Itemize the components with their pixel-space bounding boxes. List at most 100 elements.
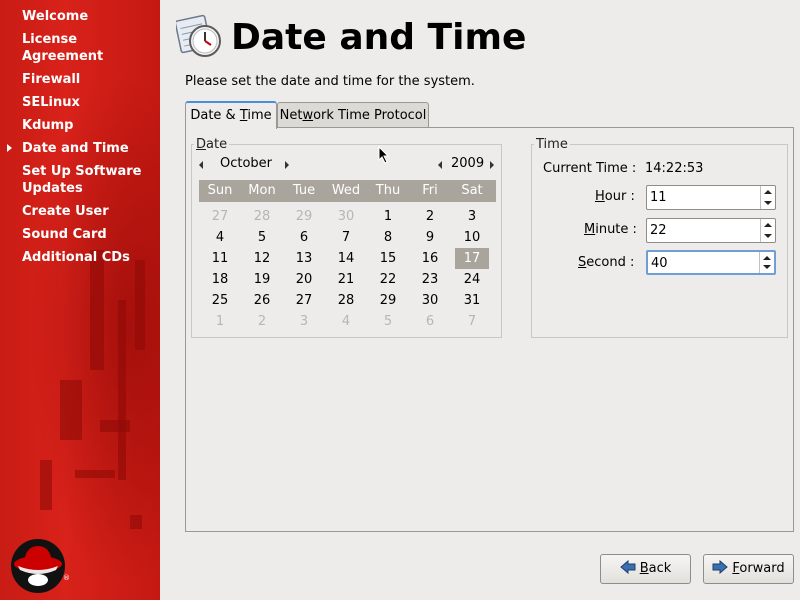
prev-month-arrow-icon[interactable] <box>199 158 203 172</box>
instruction-text: Please set the date and time for the sys… <box>185 74 475 89</box>
minute-label: Minute : <box>584 222 637 237</box>
current-time-value: 14:22:53 <box>645 161 704 176</box>
calendar-day[interactable]: 28 <box>325 290 367 311</box>
hour-spinbutton[interactable] <box>646 185 776 210</box>
sidebar-item-software-updates: Set Up Software Updates <box>22 164 142 196</box>
calendar-day[interactable]: 6 <box>409 311 451 332</box>
tab-ntp-label: Network Time Protocol <box>279 108 427 123</box>
calendar-day[interactable]: 20 <box>283 269 325 290</box>
calendar-day[interactable]: 11 <box>199 248 241 269</box>
hour-input[interactable] <box>650 188 758 207</box>
calendar-day[interactable]: 3 <box>451 206 493 227</box>
calendar-day[interactable]: 19 <box>241 269 283 290</box>
sidebar-item-additional-cds: Additional CDs <box>22 250 130 265</box>
tab-network-time-protocol[interactable]: Network Time Protocol <box>277 102 429 128</box>
sidebar-item-selinux: SELinux <box>22 95 80 110</box>
calendar-day[interactable]: 24 <box>451 269 493 290</box>
calendar-day[interactable]: 7 <box>325 227 367 248</box>
registered-mark: ® <box>63 574 70 582</box>
redhat-logo-icon <box>11 539 65 593</box>
sidebar-item-date-and-time: Date and Time <box>22 141 129 156</box>
calendar-day[interactable]: 28 <box>241 206 283 227</box>
sidebar-item-welcome: Welcome <box>22 9 89 24</box>
calendar-day[interactable]: 8 <box>367 227 409 248</box>
sidebar-item-create-user: Create User <box>22 204 109 219</box>
month-label: October <box>220 156 273 171</box>
calendar-day[interactable]: 1 <box>199 311 241 332</box>
date-frame-legend: Date <box>196 137 228 152</box>
sidebar-item-license-agreement: License Agreement <box>22 32 104 64</box>
calendar-day[interactable]: 22 <box>367 269 409 290</box>
forward-arrow-icon <box>712 559 729 575</box>
weekday-header: Sun Mon Tue Wed Thu Fri Sat <box>199 180 496 202</box>
calendar-day[interactable]: 26 <box>241 290 283 311</box>
calendar-day[interactable]: 3 <box>283 311 325 332</box>
second-input[interactable] <box>651 254 759 273</box>
current-step-arrow-icon <box>7 144 12 152</box>
hour-decrement-icon[interactable] <box>764 201 772 205</box>
hour-label: Hour : <box>595 189 635 204</box>
calendar-day[interactable]: 14 <box>325 248 367 269</box>
calendar-day[interactable]: 17 <box>455 248 489 269</box>
second-spinbutton[interactable] <box>646 250 776 275</box>
calendar-day[interactable]: 16 <box>409 248 451 269</box>
forward-button[interactable]: Forward <box>703 554 794 584</box>
calendar-day[interactable]: 12 <box>241 248 283 269</box>
calendar-day[interactable]: 10 <box>451 227 493 248</box>
calendar-day[interactable]: 1 <box>367 206 409 227</box>
calendar-day[interactable]: 5 <box>367 311 409 332</box>
weekday-label: Mon <box>248 183 276 198</box>
tab-date-and-time-label: Date & Time <box>190 108 272 123</box>
sidebar-item-kdump: Kdump <box>22 118 74 133</box>
calendar-day[interactable]: 4 <box>325 311 367 332</box>
calendar-day[interactable]: 6 <box>283 227 325 248</box>
calendar-day[interactable]: 29 <box>367 290 409 311</box>
weekday-label: Sat <box>461 183 483 198</box>
calendar-day[interactable]: 30 <box>409 290 451 311</box>
calendar-day-grid: 27 28 29 30 1 2 3 4 5 6 7 8 9 10 11 12 13 14 15 16 17 18 19 20 2… <box>199 206 496 332</box>
next-year-arrow-icon[interactable] <box>490 158 494 172</box>
calendar-clock-icon <box>176 14 221 57</box>
calendar-day[interactable]: 29 <box>283 206 325 227</box>
page-title: Date and Time <box>231 17 527 58</box>
back-arrow-icon <box>619 559 636 575</box>
mouse-pointer-icon <box>378 146 390 164</box>
second-label: Second : <box>578 255 635 270</box>
weekday-label: Tue <box>292 183 316 198</box>
second-increment-icon[interactable] <box>763 256 771 260</box>
calendar-day[interactable]: 2 <box>241 311 283 332</box>
calendar-day[interactable]: 27 <box>199 206 241 227</box>
calendar-day[interactable]: 30 <box>325 206 367 227</box>
minute-decrement-icon[interactable] <box>764 234 772 238</box>
calendar-day[interactable]: 15 <box>367 248 409 269</box>
time-frame-legend: Time <box>536 137 568 152</box>
sidebar: Welcome License Agreement Firewall SELin… <box>0 0 160 600</box>
calendar-day[interactable]: 18 <box>199 269 241 290</box>
hour-increment-icon[interactable] <box>764 190 772 194</box>
calendar-day[interactable]: 13 <box>283 248 325 269</box>
calendar-day[interactable]: 4 <box>199 227 241 248</box>
minute-input[interactable] <box>650 221 758 240</box>
calendar-day[interactable]: 5 <box>241 227 283 248</box>
weekday-label: Wed <box>331 183 361 198</box>
calendar-day[interactable]: 27 <box>283 290 325 311</box>
weekday-label: Sun <box>207 183 233 198</box>
calendar-day[interactable]: 2 <box>409 206 451 227</box>
calendar-day[interactable]: 25 <box>199 290 241 311</box>
calendar-day[interactable]: 31 <box>451 290 493 311</box>
current-time-label: Current Time : <box>543 161 637 176</box>
minute-increment-icon[interactable] <box>764 223 772 227</box>
minute-spinbutton[interactable] <box>646 218 776 243</box>
next-month-arrow-icon[interactable] <box>285 158 289 172</box>
prev-year-arrow-icon[interactable] <box>438 158 442 172</box>
calendar-day[interactable]: 7 <box>451 311 493 332</box>
tab-date-and-time[interactable]: Date & Time <box>185 101 277 129</box>
weekday-label: Thu <box>375 183 401 198</box>
sidebar-item-firewall: Firewall <box>22 72 81 87</box>
calendar-day[interactable]: 23 <box>409 269 451 290</box>
calendar-day[interactable]: 9 <box>409 227 451 248</box>
second-decrement-icon[interactable] <box>763 265 771 269</box>
back-button[interactable]: Back <box>600 554 691 584</box>
calendar-day[interactable]: 21 <box>325 269 367 290</box>
weekday-label: Fri <box>422 183 438 198</box>
